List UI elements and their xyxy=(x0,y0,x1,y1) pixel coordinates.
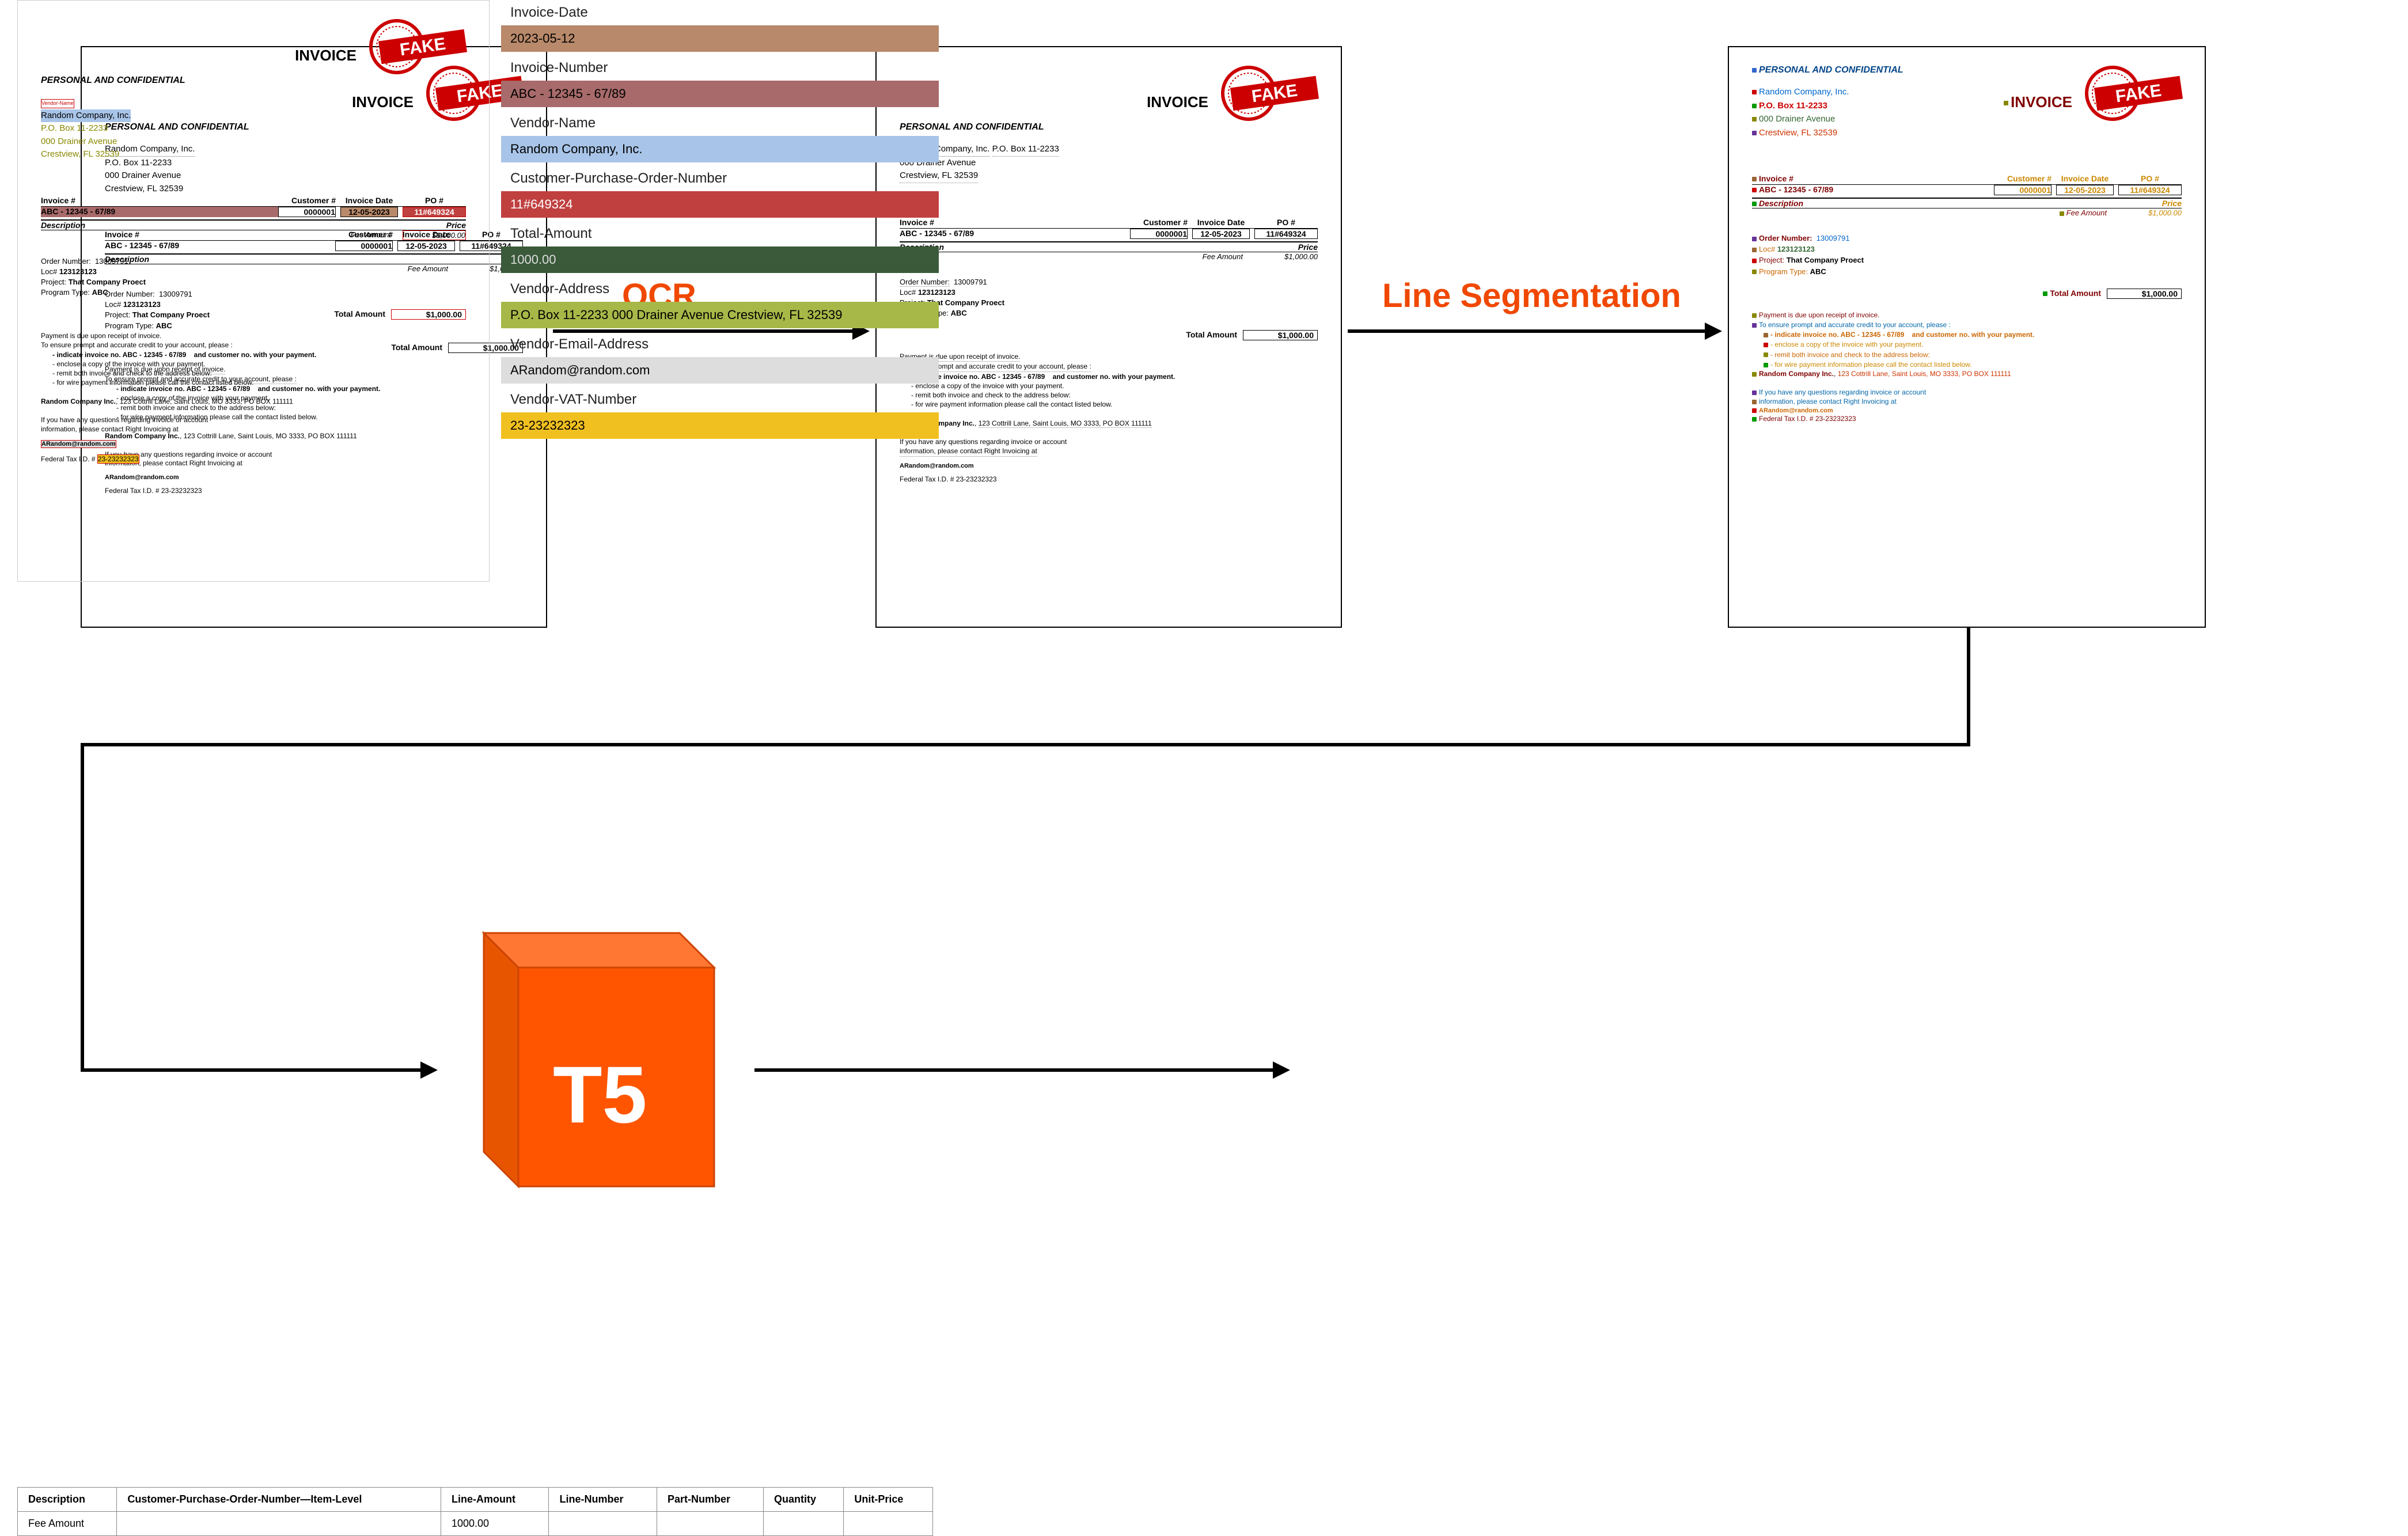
table-cell xyxy=(657,1512,763,1536)
field-label: Vendor-Name xyxy=(501,111,939,136)
arrow-seg xyxy=(1348,323,1722,340)
table-header: Line-Number xyxy=(549,1488,657,1512)
field-label: Customer-Purchase-Order-Number xyxy=(501,166,939,191)
line-segmentation-label: Line Segmentation xyxy=(1382,276,1681,315)
table-header: Line-Amount xyxy=(441,1488,548,1512)
field-label: Vendor-Email-Address xyxy=(501,332,939,357)
field-value: P.O. Box 11-2233 000 Drainer Avenue Cres… xyxy=(501,302,939,328)
field-label: Total-Amount xyxy=(501,221,939,246)
field-label: Invoice-Date xyxy=(501,0,939,25)
field-value: ABC - 12345 - 67/89 xyxy=(501,81,939,107)
field-value: Random Company, Inc. xyxy=(501,136,939,162)
field-value: 23-23232323 xyxy=(501,412,939,439)
stage-line-segmented: FAKE INVOICE PERSONAL AND CONFIDENTIAL R… xyxy=(1728,46,2206,628)
table-cell: Fee Amount xyxy=(18,1512,117,1536)
fake-stamp-icon: FAKE xyxy=(368,12,472,81)
table-header: Unit-Price xyxy=(844,1488,933,1512)
line-items-table: DescriptionCustomer-Purchase-Order-Numbe… xyxy=(17,1487,933,1536)
table-header: Description xyxy=(18,1488,117,1512)
field-value: 2023-05-12 xyxy=(501,25,939,52)
table-header: Customer-Purchase-Order-Number—Item-Leve… xyxy=(117,1488,441,1512)
field-value: ARandom@random.com xyxy=(501,357,939,384)
stage-ocr-output: FAKE INVOICE PERSONAL AND CONFIDENTIAL R… xyxy=(875,46,1342,628)
annotated-invoice-doc: FAKE INVOICE PERSONAL AND CONFIDENTIAL V… xyxy=(17,0,490,582)
field-label: Vendor-Address xyxy=(501,276,939,302)
table-cell xyxy=(549,1512,657,1536)
table-cell xyxy=(844,1512,933,1536)
fake-stamp-icon: FAKE xyxy=(1220,59,1324,128)
table-header: Part-Number xyxy=(657,1488,763,1512)
field-label: Vendor-VAT-Number xyxy=(501,387,939,412)
table-header: Quantity xyxy=(763,1488,843,1512)
table-cell xyxy=(117,1512,441,1536)
table-cell xyxy=(763,1512,843,1536)
extracted-fields-panel: Invoice-Date2023-05-12 Invoice-NumberABC … xyxy=(501,0,939,442)
stage-extraction-result: FAKE INVOICE PERSONAL AND CONFIDENTIAL V… xyxy=(0,0,945,610)
fake-stamp-icon: FAKE xyxy=(2084,59,2187,128)
field-value: 11#649324 xyxy=(501,191,939,218)
field-label: Invoice-Number xyxy=(501,55,939,81)
table-cell: 1000.00 xyxy=(441,1512,548,1536)
field-value: 1000.00 xyxy=(501,246,939,273)
t5-model-cube: T5 xyxy=(461,921,737,1198)
